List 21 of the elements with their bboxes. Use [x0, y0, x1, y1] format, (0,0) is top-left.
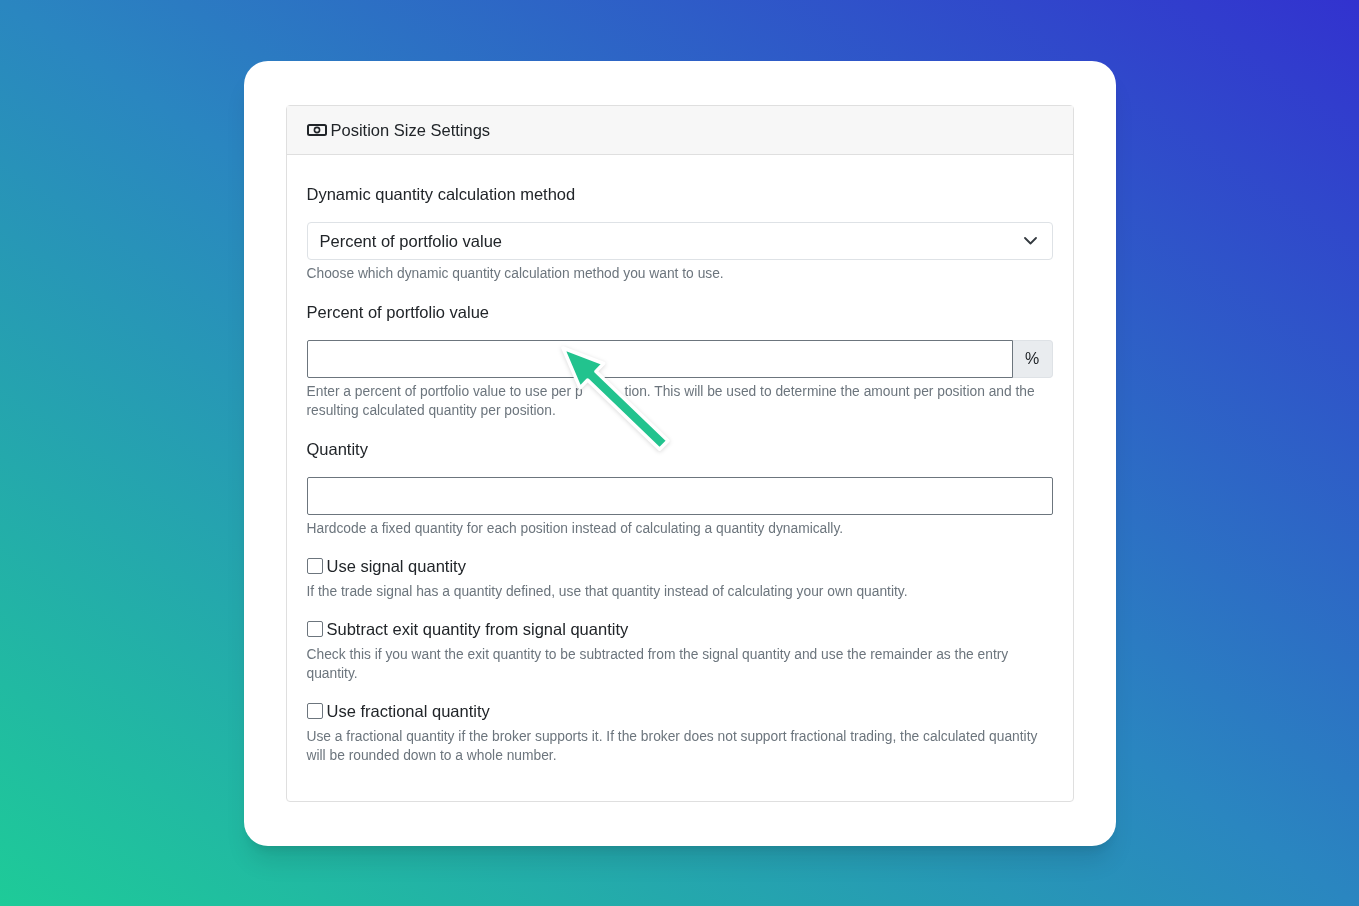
help-text: Use a fractional quantity if the broker supports it. If the broker does not support fractional trading, the calculated quantity will be rounded down to a whole number. [306, 728, 1039, 765]
banknote-icon [306, 124, 327, 136]
checkbox[interactable] [306, 621, 323, 637]
percent-addon: % [1012, 340, 1053, 378]
checkbox-label[interactable]: Use signal quantity [326, 554, 466, 578]
help-text: If the trade signal has a quantity defined, use that quantity instead of calculating your own quantity. [306, 583, 909, 601]
text-input[interactable] [306, 340, 1013, 378]
help-text: Check this if you want the exit quantity to be subtracted from the signal quantity and use the remainder as the entry quantity. [306, 646, 1010, 683]
help-text: Hardcode a fixed quantity for each position instead of calculating a quantity dynamically. [306, 520, 845, 538]
help-text: Choose which dynamic quantity calculation method you want to use. [306, 265, 725, 283]
checkbox-label[interactable]: Use fractional quantity [326, 699, 490, 723]
checkbox-label[interactable]: Subtract exit quantity from signal quantity [326, 617, 629, 641]
text-input[interactable] [306, 477, 1053, 515]
chevron-down-icon [1023, 237, 1037, 245]
checkbox[interactable] [306, 558, 323, 574]
field-label: Dynamic quantity calculation method [306, 184, 577, 205]
checkbox[interactable] [306, 703, 323, 719]
field-label: Quantity [306, 439, 369, 460]
method-select[interactable]: Percent of portfolio value [306, 222, 1053, 260]
field-label: Percent of portfolio value [306, 302, 491, 323]
panel-title: Position Size Settings [330, 119, 491, 141]
